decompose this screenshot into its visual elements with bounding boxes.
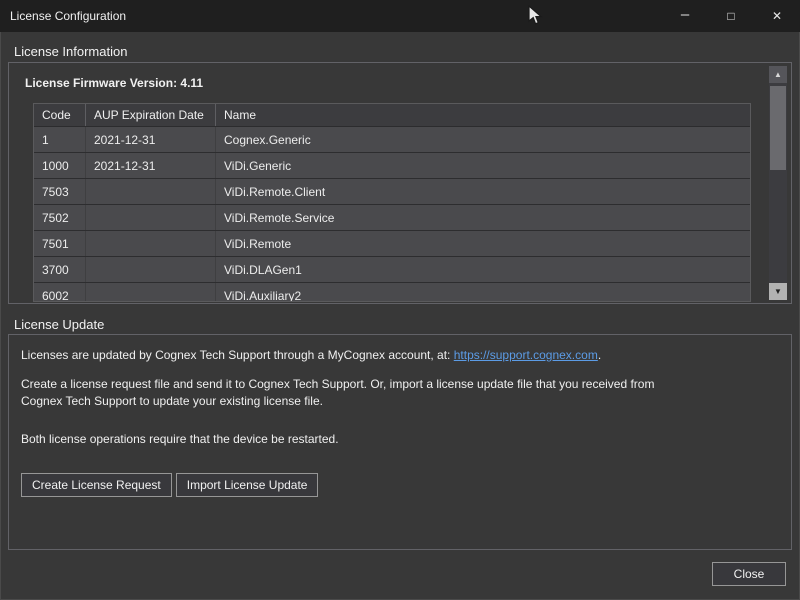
cell-name: ViDi.DLAGen1	[216, 257, 750, 282]
firmware-version-value: 4.11	[180, 76, 203, 90]
cell-code: 7502	[34, 205, 86, 230]
cell-aup: 2021-12-31	[86, 127, 216, 152]
support-link[interactable]: https://support.cognex.com	[454, 348, 598, 362]
scroll-down-icon: ▼	[774, 287, 782, 296]
license-configuration-window: { "window": { "title": "License Configur…	[0, 0, 800, 600]
license-information-section-title: License Information	[14, 44, 127, 59]
license-update-section-title: License Update	[14, 317, 104, 332]
license-update-paragraph-3: Both license operations require that the…	[21, 431, 721, 448]
table-row[interactable]: 7502 ViDi.Remote.Service	[34, 205, 750, 231]
close-window-button[interactable]: ✕	[754, 0, 800, 32]
minimize-icon: –	[681, 6, 689, 23]
column-header-code[interactable]: Code	[34, 104, 86, 126]
cell-aup	[86, 231, 216, 256]
create-license-request-button[interactable]: Create License Request	[21, 473, 172, 497]
scroll-down-button[interactable]: ▼	[769, 283, 787, 300]
cell-aup: 2021-12-31	[86, 153, 216, 178]
table-row[interactable]: 1000 2021-12-31 ViDi.Generic	[34, 153, 750, 179]
minimize-button[interactable]: –	[662, 0, 708, 32]
cell-name: ViDi.Generic	[216, 153, 750, 178]
cell-aup	[86, 257, 216, 282]
column-header-aup-expiration-date[interactable]: AUP Expiration Date	[86, 104, 216, 126]
table-row[interactable]: 7501 ViDi.Remote	[34, 231, 750, 257]
scroll-up-icon: ▲	[774, 70, 782, 79]
cell-code: 1000	[34, 153, 86, 178]
cell-aup	[86, 179, 216, 204]
table-row[interactable]: 3700 ViDi.DLAGen1	[34, 257, 750, 283]
column-header-name[interactable]: Name	[216, 104, 750, 126]
table-row[interactable]: 1 2021-12-31 Cognex.Generic	[34, 127, 750, 153]
maximize-button[interactable]: □	[708, 0, 754, 32]
window-controls: – □ ✕	[662, 0, 800, 32]
close-button[interactable]: Close	[712, 562, 786, 586]
maximize-icon: □	[727, 9, 734, 23]
license-information-groupbox: License Firmware Version: 4.11 Code AUP …	[8, 62, 792, 304]
cell-code: 6002	[34, 283, 86, 302]
close-icon: ✕	[772, 9, 782, 23]
paragraph-1-suffix: .	[598, 348, 601, 362]
titlebar[interactable]: License Configuration – □ ✕	[0, 0, 800, 32]
cell-name: ViDi.Remote.Client	[216, 179, 750, 204]
firmware-version-line: License Firmware Version: 4.11	[25, 76, 203, 90]
license-table-header: Code AUP Expiration Date Name	[34, 104, 750, 127]
cell-name: ViDi.Remote.Service	[216, 205, 750, 230]
table-row[interactable]: 7503 ViDi.Remote.Client	[34, 179, 750, 205]
cell-code: 3700	[34, 257, 86, 282]
cell-aup	[86, 205, 216, 230]
scroll-up-button[interactable]: ▲	[769, 66, 787, 83]
license-update-paragraph-2: Create a license request file and send i…	[21, 376, 669, 410]
license-update-paragraph-1: Licenses are updated by Cognex Tech Supp…	[21, 347, 781, 364]
paragraph-1-prefix: Licenses are updated by Cognex Tech Supp…	[21, 348, 454, 362]
table-scrollbar[interactable]: ▲ ▼	[769, 66, 787, 300]
license-update-buttons: Create License Request Import License Up…	[21, 473, 318, 497]
cell-code: 7503	[34, 179, 86, 204]
firmware-version-label: License Firmware Version:	[25, 76, 177, 90]
table-row[interactable]: 6002 ViDi.Auxiliary2	[34, 283, 750, 302]
license-table: Code AUP Expiration Date Name 1 2021-12-…	[33, 103, 751, 302]
cell-name: ViDi.Remote	[216, 231, 750, 256]
cell-name: Cognex.Generic	[216, 127, 750, 152]
import-license-update-button[interactable]: Import License Update	[176, 473, 319, 497]
scrollbar-thumb[interactable]	[770, 86, 786, 170]
cell-code: 7501	[34, 231, 86, 256]
license-update-groupbox: Licenses are updated by Cognex Tech Supp…	[8, 334, 792, 550]
cell-name: ViDi.Auxiliary2	[216, 283, 750, 302]
cell-aup	[86, 283, 216, 302]
cell-code: 1	[34, 127, 86, 152]
window-title: License Configuration	[10, 9, 126, 23]
